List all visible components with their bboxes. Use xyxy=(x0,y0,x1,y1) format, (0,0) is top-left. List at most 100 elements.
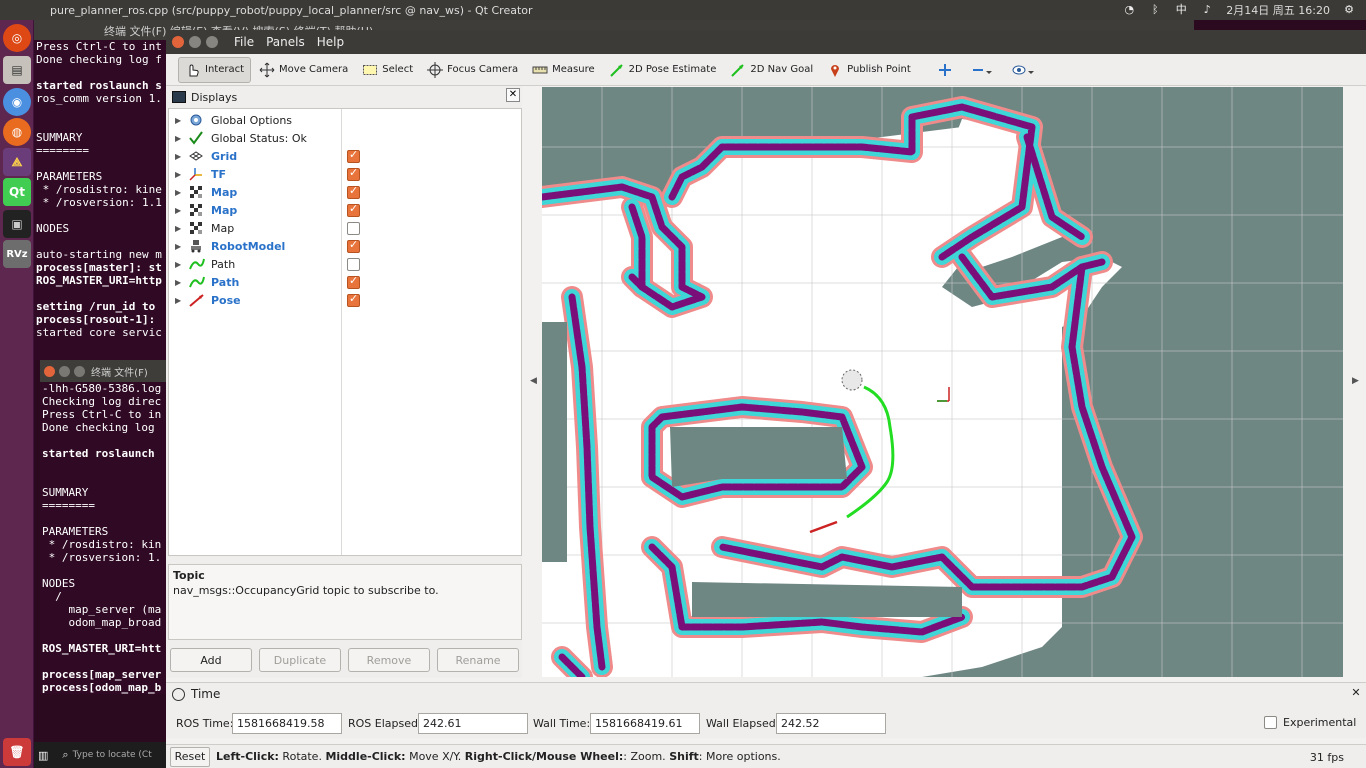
menu-panels[interactable]: Panels xyxy=(266,35,305,49)
display-item-tf[interactable]: ▶ TF xyxy=(169,165,521,183)
expand-arrow-icon[interactable]: ▶ xyxy=(175,224,185,233)
wall-elapsed-field[interactable]: 242.52 xyxy=(776,713,886,734)
power-gear-icon[interactable]: ⚙ xyxy=(1342,4,1356,16)
expand-arrow-icon[interactable]: ▶ xyxy=(175,134,185,143)
bluetooth-icon[interactable]: ᛒ xyxy=(1148,4,1162,16)
display-enable-checkbox[interactable] xyxy=(347,292,360,307)
clock[interactable]: 2月14日 周五 16:20 xyxy=(1226,2,1330,18)
grid-icon xyxy=(189,149,205,163)
wifi-icon[interactable]: ◔ xyxy=(1122,4,1136,16)
duplicate-display-button[interactable]: Duplicate xyxy=(259,648,341,672)
experimental-checkbox[interactable]: Experimental xyxy=(1264,716,1356,729)
display-item-map[interactable]: ▶ Map xyxy=(169,219,521,237)
add-tool-button[interactable] xyxy=(931,57,963,83)
display-enable-checkbox[interactable] xyxy=(347,184,360,199)
terminal-2-close-icon[interactable] xyxy=(44,365,55,377)
terminal-line: ======== xyxy=(42,499,95,512)
displays-close-icon[interactable]: ✕ xyxy=(506,88,520,102)
add-display-button[interactable]: Add xyxy=(170,648,252,672)
display-enable-checkbox[interactable] xyxy=(347,238,360,253)
display-enable-checkbox[interactable] xyxy=(347,257,360,271)
input-method-icon[interactable]: 中 xyxy=(1174,4,1188,16)
qt-creator-icon[interactable]: Qt xyxy=(3,178,31,206)
expand-arrow-icon[interactable]: ▶ xyxy=(175,242,185,251)
display-item-pose[interactable]: ▶ Pose xyxy=(169,291,521,309)
search-icon[interactable]: ⌕ xyxy=(62,748,68,762)
volume-icon[interactable]: ♪ xyxy=(1200,4,1214,16)
ros-elapsed-label: ROS Elapsed: xyxy=(348,717,422,730)
measure-label: Measure xyxy=(552,64,595,75)
file-manager-icon[interactable]: ▤ xyxy=(3,56,31,84)
display-enable-checkbox[interactable] xyxy=(347,166,360,181)
unknown-left-strip xyxy=(542,322,567,562)
terminal-icon[interactable]: ▣ xyxy=(3,210,31,238)
rename-display-button[interactable]: Rename xyxy=(437,648,519,672)
ros-time-field[interactable]: 1581668419.58 xyxy=(232,713,342,734)
menu-help[interactable]: Help xyxy=(317,35,344,49)
reset-button[interactable]: Reset xyxy=(170,746,210,767)
display-enable-checkbox[interactable] xyxy=(347,148,360,163)
rviz-icon[interactable]: RVz xyxy=(3,240,31,268)
expand-arrow-icon[interactable]: ▶ xyxy=(175,206,185,215)
select-tool-button[interactable]: Select xyxy=(356,57,419,83)
terminal-2[interactable]: -lhh-G580-5386.log Checking log direc Pres… xyxy=(40,382,168,694)
collapse-left-arrow-icon[interactable]: ◀ xyxy=(530,376,537,386)
nav-goal-tool-button[interactable]: 2D Nav Goal xyxy=(724,57,819,83)
focus-camera-tool-button[interactable]: Focus Camera xyxy=(421,57,524,83)
time-close-icon[interactable]: ✕ xyxy=(1350,687,1362,699)
windows-icon[interactable]: ▥ xyxy=(38,749,48,762)
expand-arrow-icon[interactable]: ▶ xyxy=(175,296,185,305)
ros-tool-icon[interactable]: ⟁ xyxy=(3,148,31,176)
move-camera-tool-button[interactable]: Move Camera xyxy=(253,57,354,83)
ubuntu-dash-icon[interactable]: ◎ xyxy=(3,24,31,52)
display-item-robotmodel[interactable]: ▶ RobotModel xyxy=(169,237,521,255)
window-maximize-icon[interactable] xyxy=(206,36,218,48)
experimental-checkbox-box[interactable] xyxy=(1264,716,1277,729)
terminal-2-minimize-icon[interactable] xyxy=(59,365,70,377)
hint-right-click: Right-Click/Mouse Wheel: xyxy=(464,750,624,763)
expand-arrow-icon[interactable]: ▶ xyxy=(175,152,185,161)
remove-tool-button[interactable] xyxy=(965,57,997,83)
pose-estimate-tool-button[interactable]: 2D Pose Estimate xyxy=(603,57,723,83)
display-item-path[interactable]: ▶ Path xyxy=(169,273,521,291)
render-view[interactable] xyxy=(542,87,1343,677)
ros-elapsed-field[interactable]: 242.61 xyxy=(418,713,528,734)
view-tool-button[interactable] xyxy=(1005,57,1037,83)
expand-arrow-icon[interactable]: ▶ xyxy=(175,188,185,197)
expand-arrow-icon[interactable]: ▶ xyxy=(175,278,185,287)
window-close-icon[interactable] xyxy=(172,36,184,48)
display-item-global-options[interactable]: ▶ Global Options xyxy=(169,111,521,129)
display-item-grid[interactable]: ▶ Grid xyxy=(169,147,521,165)
display-enable-checkbox[interactable] xyxy=(347,221,360,235)
terminal-1[interactable]: Press Ctrl-C to int Done checking log f st… xyxy=(34,40,168,360)
terminal-2-titlebar[interactable]: 终端 文件(F) xyxy=(40,360,168,382)
display-item-map[interactable]: ▶ Map xyxy=(169,201,521,219)
terminal-line: * /rosversion: 1.1 xyxy=(36,196,162,209)
display-item-global-status-ok[interactable]: ▶ Global Status: Ok xyxy=(169,129,521,147)
display-enable-checkbox[interactable] xyxy=(347,274,360,289)
fps-counter: 31 fps xyxy=(1309,751,1344,764)
description-text: nav_msgs::OccupancyGrid topic to subscri… xyxy=(173,584,439,597)
display-item-path[interactable]: ▶ Path xyxy=(169,255,521,273)
measure-tool-button[interactable]: Measure xyxy=(526,57,601,83)
firefox-icon[interactable]: ◍ xyxy=(3,118,31,146)
display-item-map[interactable]: ▶ Map xyxy=(169,183,521,201)
terminal-2-maximize-icon[interactable] xyxy=(74,365,85,377)
wall-time-field[interactable]: 1581668419.61 xyxy=(590,713,700,734)
collapse-right-arrow-icon[interactable]: ▶ xyxy=(1352,376,1359,386)
interact-tool-button[interactable]: Interact xyxy=(178,56,252,83)
expand-arrow-icon[interactable]: ▶ xyxy=(175,260,185,269)
expand-arrow-icon[interactable]: ▶ xyxy=(175,116,185,125)
occupancy-map[interactable] xyxy=(542,87,1343,677)
display-enable-checkbox[interactable] xyxy=(347,202,360,217)
publish-point-tool-button[interactable]: Publish Point xyxy=(821,57,917,83)
window-minimize-icon[interactable] xyxy=(189,36,201,48)
expand-arrow-icon[interactable]: ▶ xyxy=(175,170,185,179)
menu-file[interactable]: File xyxy=(234,35,254,49)
chrome-icon[interactable]: ◉ xyxy=(3,88,31,116)
remove-display-button[interactable]: Remove xyxy=(348,648,430,672)
terminal-2-menu[interactable]: 终端 文件(F) xyxy=(91,364,148,379)
search-box[interactable]: Type to locate (Ct xyxy=(73,750,152,760)
trash-icon[interactable]: 🗑 xyxy=(3,738,31,766)
